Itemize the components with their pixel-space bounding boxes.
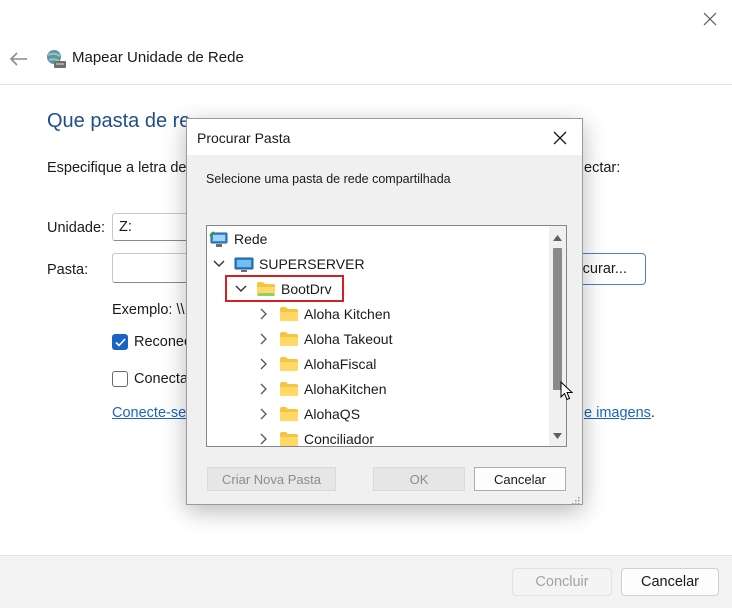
connect-credentials-checkbox[interactable] — [112, 371, 128, 387]
folder-icon — [279, 431, 299, 446]
wizard-title: Mapear Unidade de Rede — [72, 49, 244, 66]
wizard-footer: Concluir Cancelar — [0, 555, 732, 608]
tree-item-label: AlohaQS — [304, 406, 361, 422]
resize-grip-icon[interactable] — [570, 492, 580, 505]
scroll-down-icon[interactable] — [552, 430, 563, 441]
mouse-cursor-icon — [560, 380, 574, 401]
tree-item-label: Conciliador — [304, 431, 375, 447]
chevron-right-icon[interactable] — [257, 357, 271, 371]
folder-icon — [279, 306, 299, 322]
folder-icon — [279, 356, 299, 372]
page-heading: Que pasta de re — [47, 110, 190, 133]
chevron-right-icon[interactable] — [257, 382, 271, 396]
connect-link-tail-text: e imagens — [584, 405, 651, 421]
network-drive-icon — [45, 48, 67, 70]
example-text: Exemplo: \\ — [112, 302, 185, 318]
tree-item-alohafiscal[interactable]: AlohaFiscal — [257, 352, 376, 376]
tree-item-conciliador[interactable]: Conciliador — [257, 427, 375, 447]
connect-credentials-row[interactable]: Conecta — [112, 371, 188, 387]
tree-scrollbar[interactable] — [549, 226, 566, 446]
tree-item-label: AlohaKitchen — [304, 381, 387, 397]
heading-visible: Que pasta de re — [47, 110, 191, 132]
tree-item-label: SUPERSERVER — [259, 256, 365, 272]
dialog-description: Selecione uma pasta de rede compartilhad… — [206, 172, 451, 186]
folder-label: Pasta: — [47, 262, 89, 278]
wizard-header: Mapear Unidade de Rede — [0, 38, 732, 85]
reconnect-checkbox[interactable] — [112, 334, 128, 350]
ok-button[interactable]: OK — [373, 467, 465, 491]
folder-icon — [279, 381, 299, 397]
folder-icon — [279, 331, 299, 347]
tree-item-aloha-takeout[interactable]: Aloha Takeout — [257, 327, 392, 351]
tree-item-label: Aloha Kitchen — [304, 306, 391, 322]
tree-item-alohakitchen[interactable]: AlohaKitchen — [257, 377, 387, 401]
chevron-right-icon[interactable] — [257, 307, 271, 321]
network-icon — [209, 231, 229, 247]
connect-link[interactable]: Conecte-se — [112, 405, 186, 421]
new-folder-button[interactable]: Criar Nova Pasta — [207, 467, 336, 491]
scrollbar-thumb[interactable] — [553, 248, 562, 390]
connect-credentials-label: Conecta — [134, 371, 189, 387]
instruction-text-tail: ectar: — [584, 160, 621, 176]
browse-label: curar... — [582, 261, 627, 277]
chevron-right-icon[interactable] — [257, 432, 271, 446]
folder-tree[interactable]: Rede SUPERSERVER BootDrv Aloha Kitchen Aloha… — [206, 225, 567, 447]
finish-button[interactable]: Concluir — [512, 568, 612, 596]
tree-item-label: AlohaFiscal — [304, 356, 377, 372]
dialog-titlebar: Procurar Pasta — [187, 119, 582, 155]
tree-item-alohaqs[interactable]: AlohaQS — [257, 402, 360, 426]
connect-link-tail[interactable]: e imagens. — [584, 405, 655, 421]
dialog-title: Procurar Pasta — [197, 130, 291, 146]
bootdrv-highlight-box — [225, 275, 344, 302]
chevron-down-icon[interactable] — [212, 257, 226, 271]
dialog-cancel-button[interactable]: Cancelar — [474, 467, 566, 491]
cancel-button[interactable]: Cancelar — [621, 568, 719, 596]
link-punctuation: . — [650, 405, 655, 421]
chevron-right-icon[interactable] — [257, 332, 271, 346]
back-arrow-icon[interactable] — [8, 48, 30, 70]
instruction-text: Especifique a letra de — [47, 160, 187, 176]
tree-item-label: Rede — [234, 231, 268, 247]
tree-item-aloha-kitchen[interactable]: Aloha Kitchen — [257, 302, 390, 326]
dialog-close-icon[interactable] — [547, 125, 573, 151]
tree-item-rede[interactable]: Rede — [209, 227, 267, 251]
chevron-right-icon[interactable] — [257, 407, 271, 421]
drive-label: Unidade: — [47, 220, 106, 236]
browse-folder-dialog: Procurar Pasta Selecione uma pasta de re… — [186, 118, 583, 505]
reconnect-label: Reconec — [134, 334, 192, 350]
tree-item-label: Aloha Takeout — [304, 331, 393, 347]
reconnect-checkbox-row[interactable]: Reconec — [112, 334, 191, 350]
scroll-up-icon[interactable] — [552, 232, 563, 243]
close-icon[interactable] — [697, 6, 723, 32]
folder-icon — [279, 406, 299, 422]
tree-item-superserver[interactable]: SUPERSERVER — [212, 252, 365, 276]
computer-icon — [234, 256, 254, 272]
